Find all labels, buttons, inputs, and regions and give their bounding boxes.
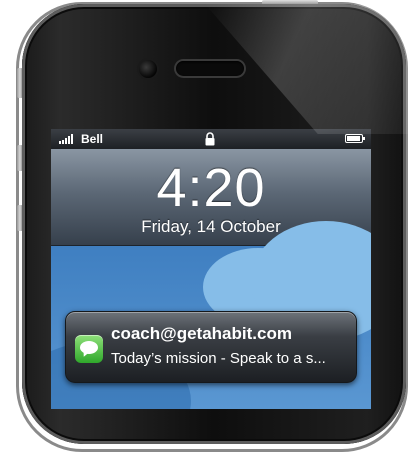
carrier-name: Bell: [81, 132, 104, 146]
signal-strength-icon: [59, 134, 73, 144]
status-bar: Bell: [51, 129, 371, 149]
notification-sender: coach@getahabit.com: [111, 324, 292, 343]
battery-icon: [345, 134, 365, 143]
earpiece-speaker: [176, 61, 244, 76]
lock-icon: [205, 132, 215, 146]
notification-message: Today’s mission - Speak to a s...: [111, 350, 326, 367]
notification-banner[interactable]: coach@getahabit.com Today’s mission - Sp…: [65, 311, 357, 383]
front-camera: [139, 60, 157, 78]
screen: Bell 4:20 Friday, 14 October coach@getah…: [51, 129, 371, 409]
messages-icon: [75, 335, 103, 363]
time: 4:20: [156, 158, 266, 218]
